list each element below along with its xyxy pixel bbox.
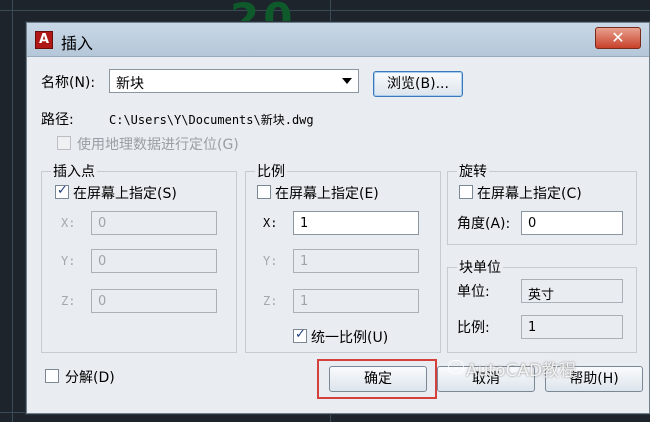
scale-z-input[interactable]: 1 — [293, 289, 419, 313]
insertion-x-label: X: — [61, 216, 76, 230]
angle-label: 角度(A): — [457, 216, 511, 232]
scale-y-label: Y: — [263, 254, 278, 268]
geo-location-label: 使用地理数据进行定位(G) — [77, 137, 239, 153]
path-label: 路径: — [41, 112, 74, 128]
scale-z-label: Z: — [263, 294, 278, 308]
scale-specify-label: 在屏幕上指定(E) — [275, 186, 379, 202]
factor-value-box: 1 — [521, 315, 623, 339]
factor-value: 1 — [528, 320, 537, 335]
scale-x-label: X: — [263, 216, 278, 230]
explode-label: 分解(D) — [65, 370, 115, 386]
geo-location-checkbox[interactable] — [57, 136, 71, 150]
cad-grid-line — [0, 10, 650, 11]
scale-x-value: 1 — [300, 216, 309, 231]
factor-label: 比例: — [457, 320, 490, 336]
scale-z-value: 1 — [300, 294, 309, 309]
autocad-icon: A — [35, 31, 53, 49]
insertion-z-input[interactable]: 0 — [91, 289, 217, 313]
insertion-x-value: 0 — [98, 216, 107, 231]
unit-label: 单位: — [457, 284, 490, 300]
insertion-z-label: Z: — [61, 294, 76, 308]
wechat-icon — [448, 360, 464, 374]
unit-value: 英寸 — [528, 288, 555, 303]
scale-y-input[interactable]: 1 — [293, 249, 419, 273]
explode-checkbox[interactable] — [45, 369, 59, 383]
rotation-specify-label: 在屏幕上指定(C) — [477, 186, 582, 202]
insertion-specify-label: 在屏幕上指定(S) — [73, 186, 177, 202]
ok-button-highlight — [317, 359, 437, 399]
angle-input[interactable]: 0 — [521, 211, 623, 235]
block-name-value: 新块 — [116, 76, 144, 92]
close-button[interactable]: ✕ — [595, 27, 641, 49]
scale-x-input[interactable]: 1 — [293, 211, 419, 235]
angle-value: 0 — [528, 216, 537, 231]
insertion-y-input[interactable]: 0 — [91, 249, 217, 273]
scale-specify-checkbox[interactable] — [257, 185, 271, 199]
dialog-title: 插入 — [61, 34, 94, 53]
block-name-combobox[interactable]: 新块 — [109, 69, 359, 93]
rotation-title: 旋转 — [457, 161, 489, 181]
block-unit-title: 块单位 — [457, 257, 503, 277]
insertion-z-value: 0 — [98, 294, 107, 309]
uniform-scale-checkbox[interactable] — [293, 327, 307, 343]
insertion-specify-checkbox[interactable] — [55, 183, 69, 199]
insertion-y-value: 0 — [98, 254, 107, 269]
insertion-y-label: Y: — [61, 254, 76, 268]
scale-y-value: 1 — [300, 254, 309, 269]
rotation-specify-checkbox[interactable] — [459, 185, 473, 199]
unit-value-box: 英寸 — [521, 279, 623, 303]
title-bar[interactable]: A 插入 ✕ — [27, 23, 649, 57]
chevron-down-icon[interactable] — [342, 78, 352, 84]
browse-button[interactable]: 浏览(B)... — [373, 71, 463, 97]
name-label: 名称(N): — [41, 75, 96, 91]
insertion-point-title: 插入点 — [51, 161, 97, 181]
scale-title: 比例 — [255, 161, 287, 181]
cad-grid-line — [12, 0, 13, 422]
insertion-x-input[interactable]: 0 — [91, 211, 217, 235]
uniform-scale-label: 统一比例(U) — [311, 330, 389, 346]
watermark-text: AutoCAD教程 — [466, 361, 577, 381]
path-value: C:\Users\Y\Documents\新块.dwg — [109, 113, 314, 127]
